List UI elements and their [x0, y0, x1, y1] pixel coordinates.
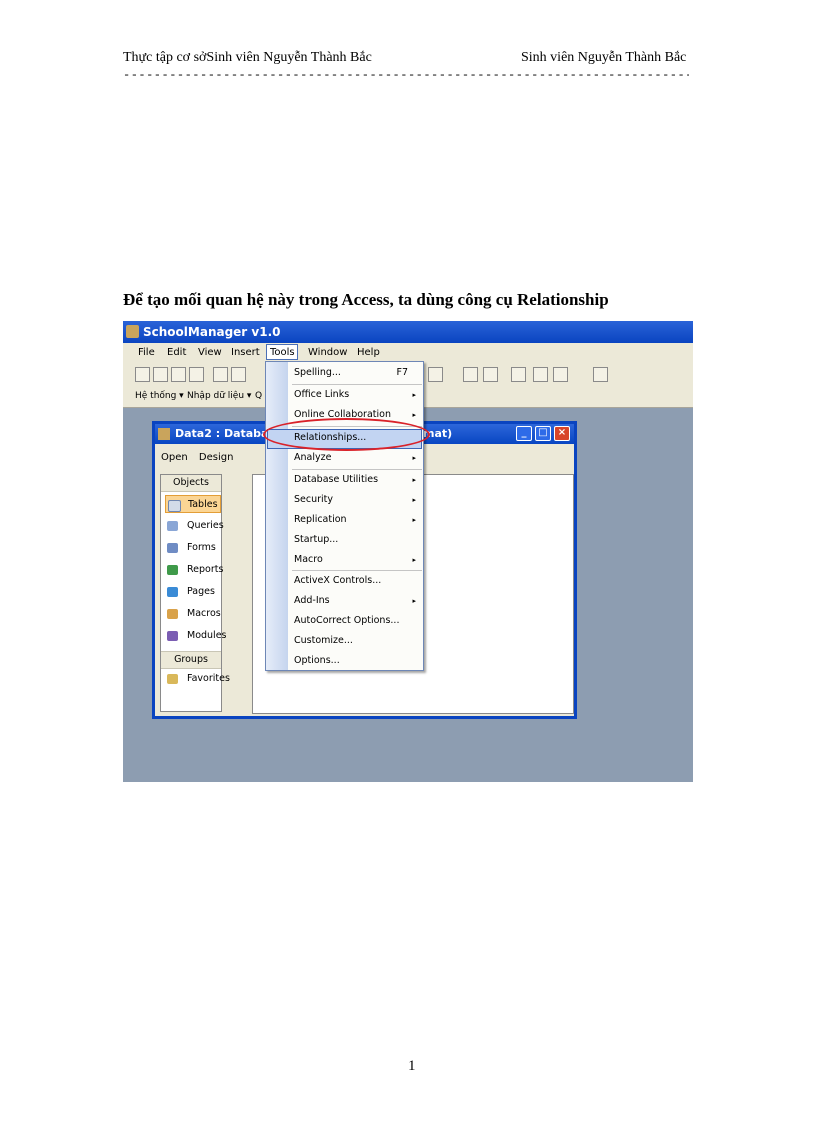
relationships-highlight-circle [263, 418, 430, 451]
menu-tools[interactable]: Tools [266, 344, 298, 360]
menu-bar: File Edit View Insert Tools Window Help [123, 343, 693, 362]
groups-header[interactable]: Groups [161, 651, 221, 669]
menu-q[interactable]: Q [255, 391, 262, 401]
open-button[interactable]: Open [161, 452, 188, 463]
db-icon [158, 428, 170, 440]
object-pages[interactable]: Pages [165, 583, 221, 601]
menu-view[interactable]: View [198, 347, 222, 358]
help-icon[interactable] [593, 367, 608, 382]
menuitem-security[interactable]: Security ▸ [294, 490, 420, 510]
page-number: 1 [408, 1058, 416, 1074]
object-macros[interactable]: Macros [165, 605, 221, 623]
app-titlebar: SchoolManager v1.0 [123, 321, 693, 343]
page-header-left: Thực tập cơ sởSinh viên Nguyễn Thành Bắc [123, 50, 372, 65]
menuitem-database-utilities[interactable]: Database Utilities ▸ [294, 470, 420, 490]
group-favorites[interactable]: Favorites [165, 670, 230, 688]
menuitem-add-ins[interactable]: Add-Ins ▸ [294, 591, 420, 611]
query-icon [167, 521, 178, 531]
menuitem-analyze[interactable]: Analyze ▸ [294, 448, 420, 468]
menu-edit[interactable]: Edit [167, 347, 186, 358]
macro-icon [167, 609, 178, 619]
toolbar-icon[interactable] [511, 367, 526, 382]
close-icon[interactable]: × [554, 426, 570, 441]
toolbar-icon[interactable] [553, 367, 568, 382]
toolbar-icon[interactable] [428, 367, 443, 382]
favorites-folder-icon [167, 674, 178, 684]
menuitem-office-links[interactable]: Office Links ▸ [294, 385, 420, 405]
menu-help[interactable]: Help [357, 347, 380, 358]
menuitem-macro[interactable]: Macro ▸ [294, 550, 420, 570]
object-reports[interactable]: Reports [165, 561, 223, 579]
access-screenshot: SchoolManager v1.0 File Edit View Insert… [123, 321, 693, 782]
open-icon[interactable] [153, 367, 168, 382]
print-icon[interactable] [213, 367, 228, 382]
object-modules[interactable]: Modules [165, 627, 227, 645]
design-button[interactable]: Design [199, 452, 234, 463]
page-header-right: Sinh viên Nguyễn Thành Bắc [521, 50, 687, 65]
menu-file[interactable]: File [138, 347, 155, 358]
toolbar-icon[interactable] [463, 367, 478, 382]
menu-icon-gutter [266, 362, 288, 670]
tools-dropdown-menu: Spelling... F7 Office Links ▸ Online Colla… [265, 361, 424, 671]
section-heading: Để tạo mối quan hệ này trong Access, ta … [123, 290, 609, 309]
menu-nhap-du-lieu[interactable]: Nhập dữ liệu ▾ [187, 391, 251, 401]
new-icon[interactable] [135, 367, 150, 382]
page-icon [167, 587, 178, 597]
preview-icon[interactable] [231, 367, 246, 382]
header-divider: ----------------------------------------… [123, 68, 689, 82]
menuitem-startup[interactable]: Startup... [294, 530, 420, 550]
minimize-icon[interactable]: _ [516, 426, 532, 441]
db-toolbar: Open Design [161, 452, 233, 463]
menuitem-activex-controls[interactable]: ActiveX Controls... [294, 571, 420, 591]
app-icon [126, 325, 139, 338]
menu-he-thong[interactable]: Hệ thống ▾ [135, 391, 184, 401]
form-icon [167, 543, 178, 553]
maximize-icon[interactable]: □ [535, 426, 551, 441]
menu-insert[interactable]: Insert [231, 347, 260, 358]
objects-header[interactable]: Objects [161, 475, 221, 492]
object-tables[interactable]: Tables [165, 495, 221, 513]
table-icon [168, 500, 181, 512]
object-forms[interactable]: Forms [165, 539, 221, 557]
menuitem-options[interactable]: Options... [294, 651, 420, 671]
object-queries[interactable]: Queries [165, 517, 224, 535]
undo-icon[interactable] [483, 367, 498, 382]
menuitem-replication[interactable]: Replication ▸ [294, 510, 420, 530]
menuitem-spelling[interactable]: Spelling... F7 [294, 363, 420, 383]
menuitem-autocorrect-options[interactable]: AutoCorrect Options... [294, 611, 420, 631]
save-icon[interactable] [171, 367, 186, 382]
app-title: SchoolManager v1.0 [143, 325, 281, 339]
module-icon [167, 631, 178, 641]
menuitem-customize[interactable]: Customize... [294, 631, 420, 651]
report-icon [167, 565, 178, 575]
objects-bar: Objects Tables Queries Forms Reports Pag… [160, 474, 230, 712]
search-icon[interactable] [189, 367, 204, 382]
relationships-icon[interactable] [533, 367, 548, 382]
menu-window[interactable]: Window [308, 347, 347, 358]
